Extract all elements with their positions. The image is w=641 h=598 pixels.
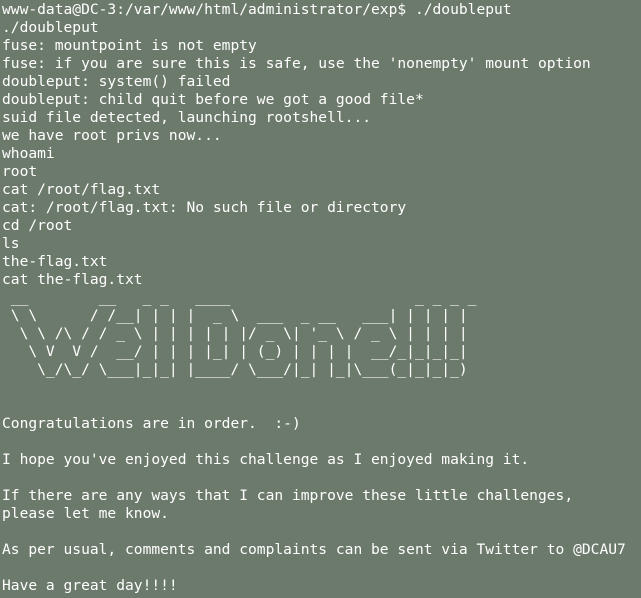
terminal-line: we have root privs now... <box>2 127 222 144</box>
terminal-line: fuse: if you are sure this is safe, use … <box>2 55 591 72</box>
message-contact: As per usual, comments and complaints ca… <box>2 541 626 558</box>
terminal-line: cd /root <box>2 217 73 234</box>
terminal-line: ./doubleput <box>2 19 99 36</box>
message-goodbye: Have a great day!!!! <box>2 577 178 594</box>
terminal-line: cat /root/flag.txt <box>2 181 161 198</box>
terminal-line: root <box>2 163 38 180</box>
message-congrats: Congratulations are in order. :-) <box>2 415 301 432</box>
ascii-banner-line: \ \ /\ / / _ \ | | | | | |/ _ \| '_ \ / … <box>2 325 468 342</box>
terminal-line: doubleput: system() failed <box>2 73 231 90</box>
ascii-banner-line: \_/\_/ \___|_|_| |____/ \___/|_| |_|\___… <box>2 361 468 378</box>
terminal-line: whoami <box>2 145 55 162</box>
ascii-banner-line: \ V V / __/ | | | |_| | (_) | | | | __/_… <box>2 343 468 360</box>
terminal-line: cat: /root/flag.txt: No such file or dir… <box>2 199 407 216</box>
terminal-line: fuse: mountpoint is not empty <box>2 37 257 54</box>
message-improve: If there are any ways that I can improve… <box>2 487 574 504</box>
terminal-line: cat the-flag.txt <box>2 271 143 288</box>
ascii-banner-line: __ __ _ _ ____ _ _ _ _ <box>2 289 486 306</box>
terminal-line-prompt: www-data@DC-3:/var/www/html/administrato… <box>2 1 512 18</box>
ascii-banner-line: \ \ / /__| | | | _ \ ___ _ __ ___| | | |… <box>2 307 468 324</box>
terminal-line: the-flag.txt <box>2 253 108 270</box>
terminal-line: suid file detected, launching rootshell.… <box>2 109 372 126</box>
terminal-line: doubleput: child quit before we got a go… <box>2 91 424 108</box>
message-hope: I hope you've enjoyed this challenge as … <box>2 451 530 468</box>
message-improve: please let me know. <box>2 505 169 522</box>
terminal-window[interactable]: www-data@DC-3:/var/www/html/administrato… <box>0 0 641 598</box>
terminal-line: ls <box>2 235 20 252</box>
